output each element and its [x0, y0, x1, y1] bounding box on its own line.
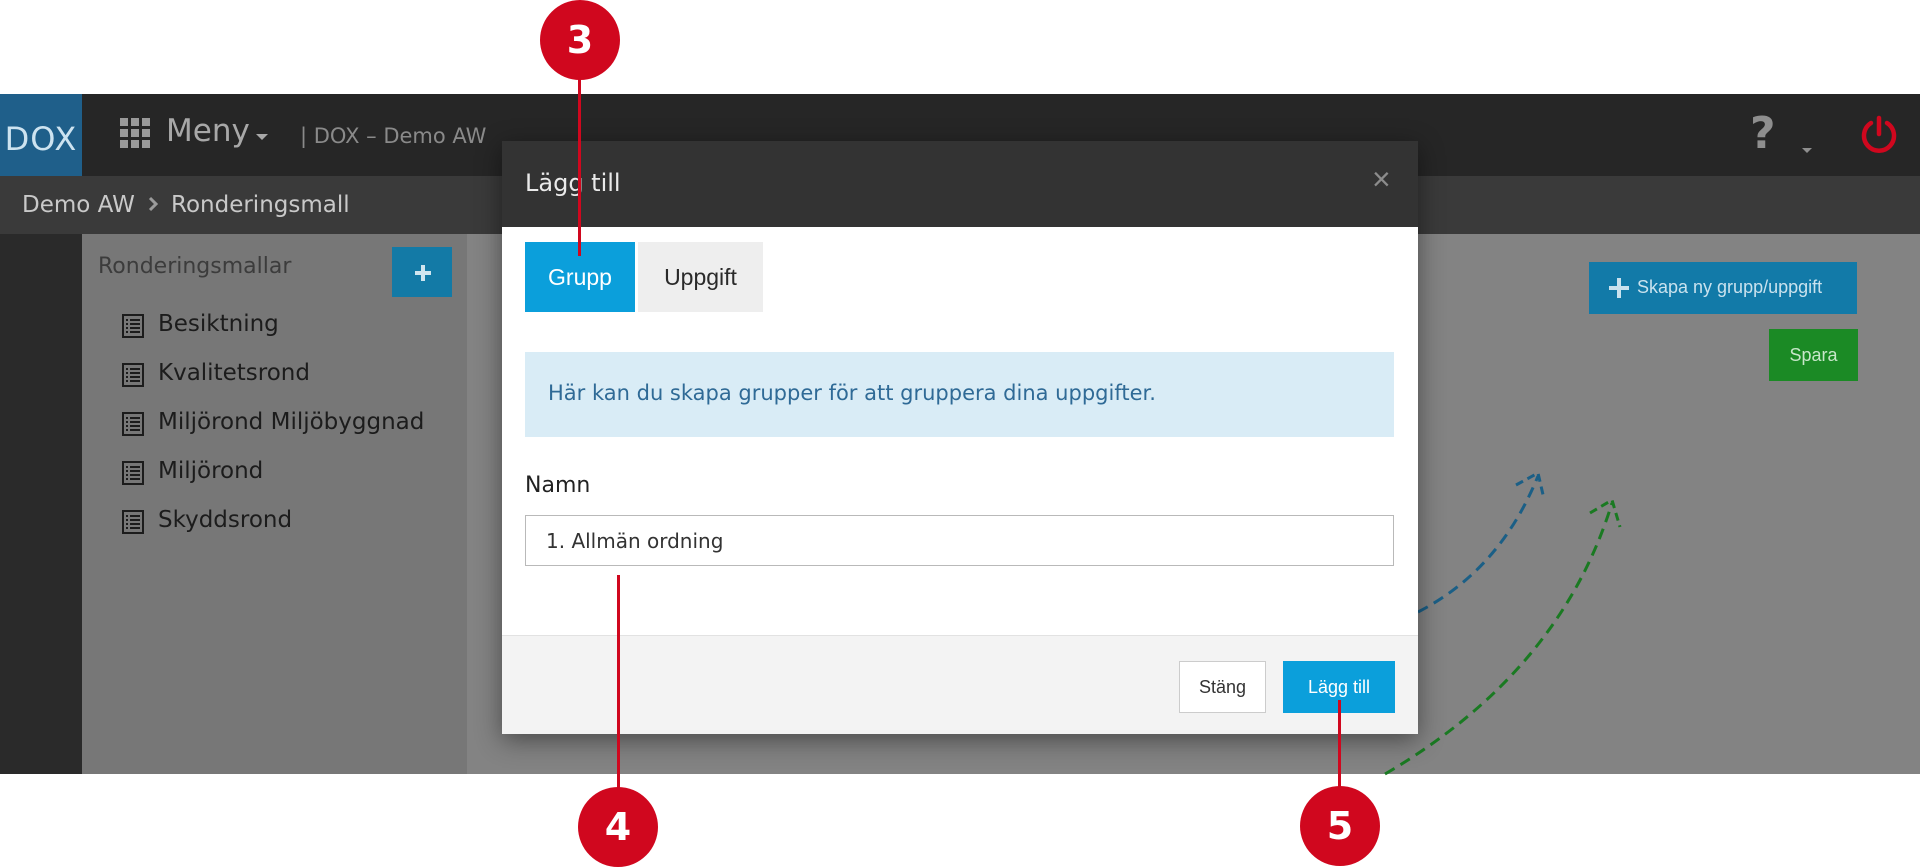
list-item-label: Kvalitetsrond [158, 360, 310, 386]
callout-line-4 [617, 575, 620, 795]
callout-line-5 [1338, 700, 1341, 795]
list-icon [122, 363, 144, 387]
dialog-title: Lägg till [525, 169, 621, 197]
dialog-footer: Stäng Lägg till [502, 635, 1418, 734]
help-icon[interactable]: ? [1750, 108, 1776, 159]
add-template-button[interactable] [392, 247, 452, 297]
add-dialog: Lägg till × Grupp Uppgift Här kan du ska… [502, 141, 1418, 734]
list-item-label: Miljörond [158, 458, 264, 484]
chevron-right-icon [148, 196, 159, 212]
caret-down-icon[interactable] [256, 134, 268, 140]
list-item-label: Miljörond Miljöbyggnad [158, 409, 425, 435]
help-caret-icon[interactable] [1802, 148, 1812, 153]
callout-badge-5: 5 [1300, 786, 1380, 866]
close-icon[interactable]: × [1372, 163, 1391, 195]
dox-logo[interactable]: DOX [0, 94, 82, 176]
name-label: Namn [525, 473, 591, 498]
panel-title: Ronderingsmallar [98, 254, 292, 279]
screenshot-stage: DOX Meny | DOX – Demo AW ? Demo AW Ronde… [0, 0, 1920, 867]
name-input[interactable] [525, 515, 1394, 566]
create-group-task-button[interactable]: Skapa ny grupp/uppgift [1589, 262, 1857, 314]
list-item-label: Besiktning [158, 311, 279, 337]
callout-badge-3: 3 [540, 0, 620, 80]
left-rail [0, 234, 82, 774]
close-button[interactable]: Stäng [1179, 661, 1266, 713]
create-button-label: Skapa ny grupp/uppgift [1637, 277, 1823, 297]
breadcrumb-current: Ronderingsmall [171, 192, 350, 218]
list-item-label: Skyddsrond [158, 507, 293, 533]
menu-button[interactable]: Meny [166, 113, 250, 149]
power-icon[interactable] [1858, 114, 1900, 156]
tab-uppgift[interactable]: Uppgift [638, 242, 763, 312]
templates-panel: Ronderingsmallar Besiktning Kvalitetsron… [82, 234, 467, 774]
save-button[interactable]: Spara [1769, 329, 1858, 381]
breadcrumb-root[interactable]: Demo AW [22, 192, 135, 218]
list-icon [122, 461, 144, 485]
logo-text: DOX [4, 120, 78, 158]
list-icon [122, 510, 144, 534]
list-icon [122, 412, 144, 436]
callout-badge-4: 4 [578, 787, 658, 867]
plus-icon [1609, 278, 1629, 298]
grid-menu-icon[interactable] [120, 118, 150, 148]
callout-line-3 [578, 60, 581, 256]
info-box: Här kan du skapa grupper för att grupper… [525, 352, 1394, 437]
dialog-header: Lägg till × [502, 141, 1418, 227]
app-title: | DOX – Demo AW [300, 124, 487, 148]
info-text: Här kan du skapa grupper för att grupper… [548, 381, 1156, 405]
list-icon [122, 314, 144, 338]
